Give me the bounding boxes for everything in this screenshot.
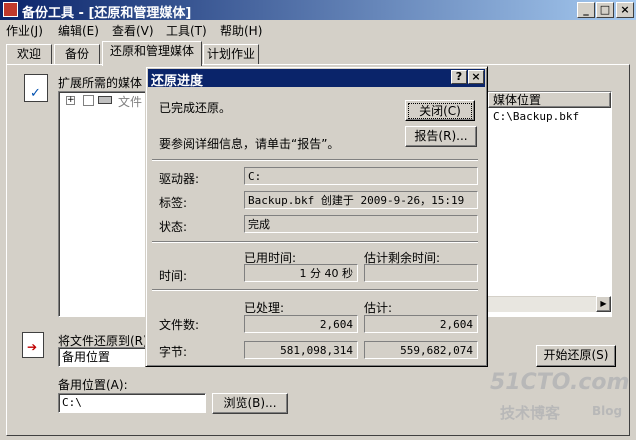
close-button[interactable]: 关闭(C)	[405, 100, 475, 121]
media-doc-icon: ✓	[24, 74, 48, 102]
app-title: 备份工具 - [还原和管理媒体]	[22, 6, 192, 21]
menu-tools[interactable]: 工具(T)	[166, 22, 207, 39]
column-header-media-location[interactable]: 媒体位置	[488, 92, 611, 108]
menu-edit[interactable]: 编辑(E)	[58, 22, 99, 39]
watermark-blog: Blog	[592, 404, 623, 418]
dialog-help-button[interactable]: ?	[451, 70, 467, 84]
expand-media-label: 扩展所需的媒体	[58, 76, 143, 90]
tree-item-label: 文件	[118, 95, 143, 109]
tag-value: Backup.bkf 创建于 2009-9-26，15:19	[244, 191, 478, 209]
media-location-value[interactable]: C:\Backup.bkf	[490, 108, 579, 126]
horizontal-scrollbar[interactable]	[479, 296, 611, 312]
maximize-button[interactable]: □	[596, 2, 614, 18]
expand-plus-icon[interactable]: +	[66, 96, 75, 105]
processed-header: 已处理:	[244, 301, 285, 315]
drive-value: C:	[244, 167, 478, 185]
files-estimated-value: 2,604	[364, 315, 478, 333]
restore-to-select[interactable]: 备用位置	[58, 347, 146, 367]
column-header-label: 媒体位置	[493, 93, 542, 107]
menu-help[interactable]: 帮助(H)	[220, 22, 262, 39]
menu-job[interactable]: 作业(J)	[6, 22, 43, 39]
dialog-close-x-button[interactable]: ×	[468, 70, 484, 84]
divider	[152, 289, 478, 291]
backup-app-icon	[3, 2, 18, 17]
restore-progress-dialog: 还原进度 ? × 已完成还原。 要参阅详细信息，请单击“报告”。 关闭(C) 报…	[145, 66, 488, 367]
state-label: 状态:	[159, 220, 188, 234]
drive-label: 驱动器:	[159, 172, 200, 186]
elapsed-time-value: 1 分 40 秒	[244, 264, 358, 282]
menu-bar: 作业(J) 编辑(E) 查看(V) 工具(T) 帮助(H)	[0, 20, 636, 40]
divider	[152, 159, 478, 161]
watermark-sub: 技术博客	[500, 404, 561, 422]
start-restore-button[interactable]: 开始还原(S)	[536, 345, 616, 367]
dialog-title: 还原进度	[151, 74, 204, 89]
files-label: 文件数:	[159, 318, 200, 332]
dialog-title-bar[interactable]: 还原进度 ? ×	[148, 69, 485, 89]
watermark-brand: 51CTO.com	[490, 370, 630, 395]
remaining-time-value	[364, 264, 478, 282]
restore-complete-text: 已完成还原。	[159, 101, 232, 115]
bytes-estimated-value: 559,682,074	[364, 341, 478, 359]
report-button[interactable]: 报告(R)...	[405, 126, 477, 147]
time-label: 时间:	[159, 269, 188, 283]
tab-welcome[interactable]: 欢迎	[6, 44, 52, 65]
close-button-label: 关闭(C)	[408, 103, 472, 119]
menu-view[interactable]: 查看(V)	[112, 22, 154, 39]
tree-checkbox[interactable]	[83, 95, 94, 106]
files-processed-value: 2,604	[244, 315, 358, 333]
tab-backup[interactable]: 备份	[54, 44, 100, 65]
tag-label: 标签:	[159, 196, 188, 210]
scroll-right-button[interactable]: ▶	[596, 296, 611, 312]
bytes-label: 字节:	[159, 345, 188, 359]
report-hint-text: 要参阅详细信息，请单击“报告”。	[159, 137, 340, 151]
app-title-bar[interactable]: 备份工具 - [还原和管理媒体] _ □ ×	[0, 0, 636, 21]
restore-target-icon: ➔	[22, 332, 44, 358]
minimize-button[interactable]: _	[577, 2, 595, 18]
close-window-button[interactable]: ×	[616, 2, 634, 18]
estimated-header: 估计:	[364, 301, 393, 315]
tab-restore-manage[interactable]: 还原和管理媒体	[102, 41, 202, 66]
alt-location-input[interactable]: C:\	[58, 393, 206, 413]
state-value: 完成	[244, 215, 478, 233]
browse-button[interactable]: 浏览(B)...	[212, 393, 288, 414]
drive-icon	[98, 96, 112, 104]
alt-location-label: 备用位置(A):	[58, 378, 128, 392]
bytes-processed-value: 581,098,314	[244, 341, 358, 359]
tab-scheduled-jobs[interactable]: 计划作业	[203, 44, 259, 65]
restore-tree[interactable]	[58, 91, 150, 317]
divider	[152, 241, 478, 243]
